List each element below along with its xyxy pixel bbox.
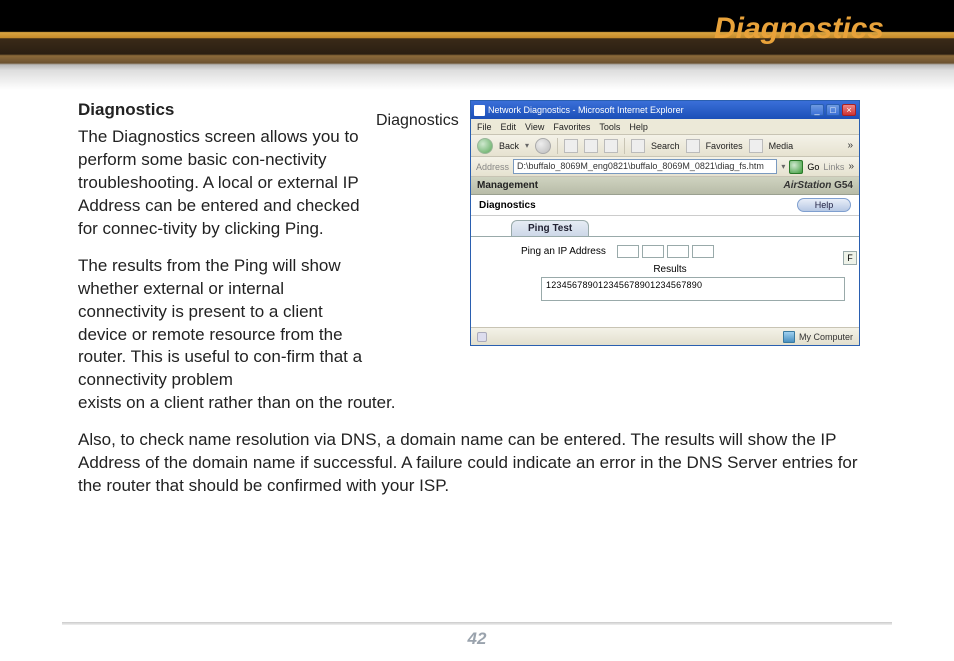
menu-tools[interactable]: Tools xyxy=(599,122,620,132)
close-button[interactable]: × xyxy=(842,104,856,116)
search-label[interactable]: Search xyxy=(651,141,680,151)
header-band: Diagnostics xyxy=(0,0,954,90)
ie-toolbar: Back ▾ Search Favorites Media » xyxy=(471,135,859,157)
tab-management[interactable]: Management xyxy=(477,180,538,191)
management-tab-bar: Management AirStation G54 xyxy=(471,177,859,195)
ping-ip-label: Ping an IP Address xyxy=(521,246,606,257)
figure-caption: Diagnostics xyxy=(376,112,459,130)
menu-view[interactable]: View xyxy=(525,122,544,132)
go-icon[interactable] xyxy=(789,160,803,174)
window-title: Network Diagnostics - Microsoft Internet… xyxy=(488,105,684,115)
favorites-icon[interactable] xyxy=(686,139,700,153)
ping-panel: Ping an IP Address F Results 12345678901… xyxy=(471,236,859,301)
help-button[interactable]: Help xyxy=(797,198,851,212)
search-icon[interactable] xyxy=(631,139,645,153)
tab-ping-test[interactable]: Ping Test xyxy=(511,220,589,236)
ip-octet-inputs xyxy=(617,245,714,258)
media-icon[interactable] xyxy=(749,139,763,153)
minimize-button[interactable]: _ xyxy=(810,104,824,116)
ie-status-bar: My Computer xyxy=(471,327,859,345)
footer-rule xyxy=(62,622,892,625)
page-footer: 42 xyxy=(0,622,954,649)
ie-menubar: File Edit View Favorites Tools Help xyxy=(471,119,859,135)
paragraph-2b: exists on a client rather than on the ro… xyxy=(78,392,448,415)
ping-submit-button[interactable]: F xyxy=(843,251,857,265)
refresh-icon[interactable] xyxy=(584,139,598,153)
back-icon[interactable] xyxy=(477,138,493,154)
diagnostics-label: Diagnostics xyxy=(479,200,536,211)
status-zone: My Computer xyxy=(799,332,853,342)
results-label: Results xyxy=(521,264,859,275)
ip-octet-2[interactable] xyxy=(642,245,664,258)
address-input[interactable]: D:\buffalo_8069M_eng0821\buffalo_8069M_0… xyxy=(513,159,777,174)
menu-help[interactable]: Help xyxy=(629,122,648,132)
results-output: 123456789012345678901234567890 xyxy=(541,277,845,301)
links-label[interactable]: Links xyxy=(823,162,844,172)
maximize-button[interactable]: □ xyxy=(826,104,840,116)
ie-address-bar: Address D:\buffalo_8069M_eng0821\buffalo… xyxy=(471,157,859,177)
paragraph-2a: The results from the Ping will show whet… xyxy=(78,255,373,393)
ie-logo-icon xyxy=(474,105,485,116)
ip-octet-1[interactable] xyxy=(617,245,639,258)
paragraph-3: Also, to check name resolution via DNS, … xyxy=(78,429,884,498)
screenshot-ie-window: Network Diagnostics - Microsoft Internet… xyxy=(470,100,860,346)
home-icon[interactable] xyxy=(604,139,618,153)
ping-tab-row: Ping Test xyxy=(471,216,859,236)
address-label: Address xyxy=(476,162,509,172)
my-computer-icon xyxy=(783,331,795,343)
media-label[interactable]: Media xyxy=(769,141,794,151)
go-label[interactable]: Go xyxy=(807,162,819,172)
window-buttons: _ □ × xyxy=(810,104,856,116)
paragraph-1: The Diagnostics screen allows you to per… xyxy=(78,126,373,241)
ie-viewport: Management AirStation G54 Diagnostics He… xyxy=(471,177,859,327)
diagnostics-header-row: Diagnostics Help xyxy=(471,195,859,216)
stop-icon[interactable] xyxy=(564,139,578,153)
menu-favorites[interactable]: Favorites xyxy=(553,122,590,132)
ip-octet-3[interactable] xyxy=(667,245,689,258)
favorites-label[interactable]: Favorites xyxy=(706,141,743,151)
ip-octet-4[interactable] xyxy=(692,245,714,258)
page-content: Diagnostics Diagnostics Network Diagnost… xyxy=(0,90,954,498)
menu-file[interactable]: File xyxy=(477,122,492,132)
page-title: Diagnostics xyxy=(714,12,884,46)
brand-logo: AirStation G54 xyxy=(784,180,853,191)
forward-icon[interactable] xyxy=(535,138,551,154)
ie-titlebar: Network Diagnostics - Microsoft Internet… xyxy=(471,101,859,119)
back-label[interactable]: Back xyxy=(499,141,519,151)
menu-edit[interactable]: Edit xyxy=(501,122,517,132)
page-number: 42 xyxy=(0,629,954,649)
status-left-icon xyxy=(477,332,487,342)
